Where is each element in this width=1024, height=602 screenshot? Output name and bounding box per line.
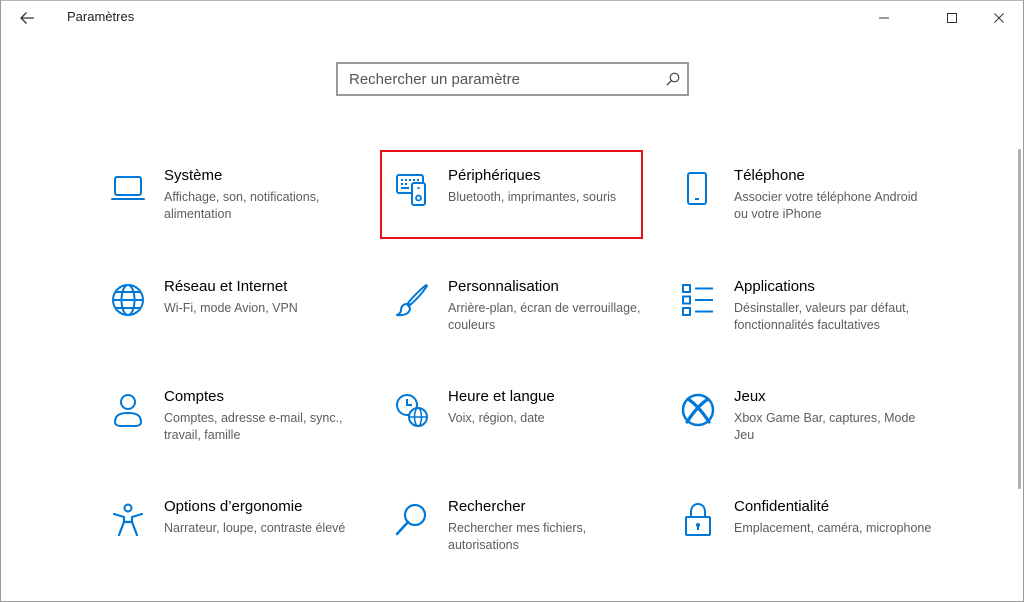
maximize-icon <box>947 13 957 23</box>
tile-rechercher[interactable]: Rechercher Rechercher mes fichiers, auto… <box>394 498 664 588</box>
magnifier-icon <box>395 503 427 536</box>
close-icon <box>994 13 1004 23</box>
scrollbar[interactable] <box>1018 149 1021 489</box>
tile-options-ergonomie[interactable]: Options d’ergonomie Narrateur, loupe, co… <box>110 498 380 588</box>
highlight-box <box>380 150 643 239</box>
tile-description: Comptes, adresse e-mail, sync., travail,… <box>164 411 343 442</box>
person-icon <box>113 394 143 427</box>
search-box <box>336 62 689 96</box>
tile-description: Rechercher mes fichiers, autorisations <box>448 521 587 552</box>
tile-description: Xbox Game Bar, captures, Mode Jeu <box>734 411 916 442</box>
tile-name: Personnalisation <box>448 278 559 295</box>
tile-name: Options d’ergonomie <box>164 498 303 515</box>
tile-description: Wi-Fi, mode Avion, VPN <box>164 301 298 315</box>
xbox-icon <box>681 393 715 427</box>
tile-name: Téléphone <box>734 167 805 184</box>
back-button[interactable] <box>9 3 45 33</box>
laptop-icon <box>111 176 145 200</box>
search-input[interactable] <box>338 64 648 94</box>
tile-description: Désinstaller, valeurs par défaut, foncti… <box>734 301 910 332</box>
tile-comptes[interactable]: Comptes Comptes, adresse e-mail, sync., … <box>110 388 380 478</box>
tile-jeux[interactable]: Jeux Xbox Game Bar, captures, Mode Jeu <box>680 388 950 478</box>
clock-language-icon <box>396 394 428 427</box>
tile-name: Applications <box>734 278 815 295</box>
tile-name: Confidentialité <box>734 498 830 515</box>
tile-name: Comptes <box>164 388 225 405</box>
tile-systeme[interactable]: Système Affichage, son, notifications, a… <box>110 167 380 257</box>
tile-personnalisation[interactable]: Personnalisation Arrière-plan, écran de … <box>394 278 664 368</box>
back-arrow-icon <box>20 12 34 24</box>
tile-name: Rechercher <box>448 498 526 515</box>
search-icon[interactable] <box>665 71 681 87</box>
tile-name: Heure et langue <box>448 388 555 405</box>
tile-description: Associer votre téléphone Android ou votr… <box>734 190 918 221</box>
tile-confidentialite[interactable]: Confidentialité Emplacement, caméra, mic… <box>680 498 950 588</box>
maximize-button[interactable] <box>929 1 975 35</box>
tile-name: Jeux <box>734 388 766 405</box>
tile-description: Narrateur, loupe, contraste élevé <box>164 521 346 535</box>
close-button[interactable] <box>976 1 1022 35</box>
phone-icon <box>687 172 707 205</box>
paintbrush-icon <box>396 284 428 317</box>
title-bar: Paramètres <box>1 1 1023 35</box>
tile-description: Arrière-plan, écran de verrouillage, cou… <box>448 301 641 332</box>
window-title: Paramètres <box>67 9 135 24</box>
tile-description: Emplacement, caméra, microphone <box>734 521 932 535</box>
settings-window: Paramètres Système Affi <box>0 0 1024 602</box>
tile-telephone[interactable]: Téléphone Associer votre téléphone Andro… <box>680 167 950 257</box>
tile-name: Système <box>164 167 223 184</box>
accessibility-icon <box>112 503 144 537</box>
tile-reseau-internet[interactable]: Réseau et Internet Wi-Fi, mode Avion, VP… <box>110 278 380 368</box>
tile-description: Voix, région, date <box>448 411 545 425</box>
tile-name: Réseau et Internet <box>164 278 288 295</box>
lock-icon <box>685 502 711 536</box>
app-list-icon <box>682 284 713 316</box>
minimize-button[interactable] <box>861 1 907 35</box>
minimize-icon <box>879 17 889 19</box>
tile-description: Affichage, son, notifications, alimentat… <box>164 190 320 221</box>
tile-heure-langue[interactable]: Heure et langue Voix, région, date <box>394 388 664 478</box>
tile-applications[interactable]: Applications Désinstaller, valeurs par d… <box>680 278 950 368</box>
globe-icon <box>112 284 144 316</box>
